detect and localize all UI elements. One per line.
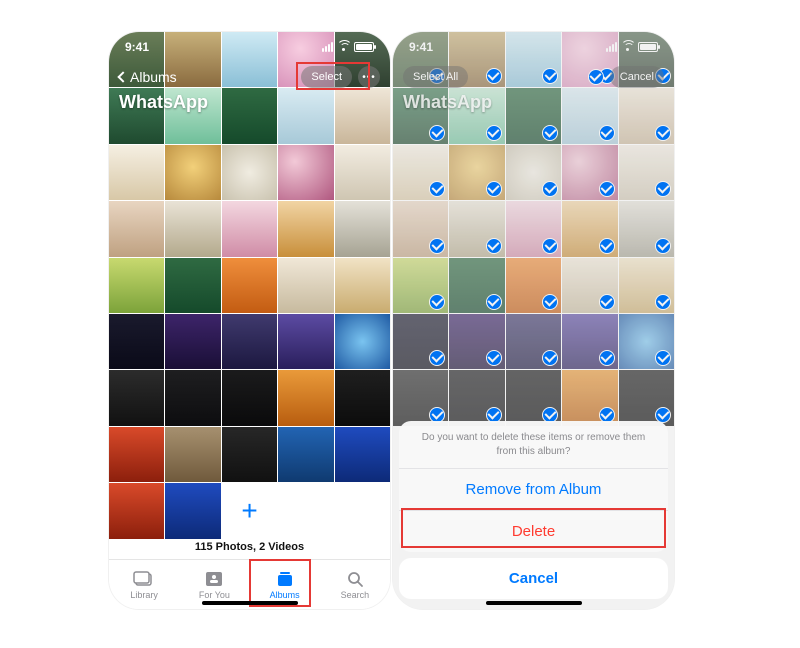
tab-label: Search <box>341 590 370 600</box>
photo-thumbnail[interactable] <box>165 145 220 200</box>
photo-thumbnail[interactable] <box>109 370 164 425</box>
photo-thumbnail[interactable] <box>335 370 390 425</box>
photo-thumbnail[interactable] <box>278 145 333 200</box>
photo-thumbnail[interactable] <box>165 201 220 256</box>
back-button[interactable]: Albums <box>119 69 177 85</box>
status-bar: 9:41 <box>109 32 390 62</box>
photo-thumbnail[interactable] <box>278 201 333 256</box>
photo-thumbnail[interactable] <box>222 314 277 369</box>
add-photo-button[interactable]: + <box>222 483 277 538</box>
home-indicator[interactable] <box>486 601 582 605</box>
photo-thumbnail[interactable] <box>109 314 164 369</box>
action-sheet: Do you want to delete these items or rem… <box>399 421 668 599</box>
select-button[interactable]: Select <box>301 66 352 88</box>
status-time: 9:41 <box>125 40 149 54</box>
photo-thumbnail[interactable] <box>278 370 333 425</box>
sheet-main-group: Do you want to delete these items or rem… <box>399 421 668 552</box>
remove-from-album-button[interactable]: Remove from Album <box>399 468 668 510</box>
photo-thumbnail[interactable] <box>222 427 277 482</box>
photo-thumbnail[interactable] <box>165 427 220 482</box>
photo-thumbnail[interactable] <box>222 88 277 143</box>
photo-thumbnail[interactable] <box>335 88 390 143</box>
photo-thumbnail[interactable] <box>222 370 277 425</box>
back-label: Albums <box>130 69 177 85</box>
albums-icon <box>274 570 296 588</box>
photo-thumbnail[interactable] <box>165 314 220 369</box>
photo-thumbnail[interactable] <box>222 258 277 313</box>
search-icon <box>344 570 366 588</box>
photo-thumbnail[interactable] <box>335 201 390 256</box>
nav-bar: Albums Select ••• <box>109 62 390 92</box>
tab-search[interactable]: Search <box>320 560 390 609</box>
phone-left: + 9:41 Albums Select ••• <box>109 32 390 609</box>
photo-thumbnail[interactable] <box>222 145 277 200</box>
cellular-icon <box>322 42 333 52</box>
home-indicator[interactable] <box>202 601 298 605</box>
battery-icon <box>354 42 374 52</box>
photo-thumbnail[interactable] <box>335 258 390 313</box>
photo-thumbnail[interactable] <box>165 483 220 538</box>
empty-cell <box>335 483 390 538</box>
sheet-message: Do you want to delete these items or rem… <box>399 421 668 468</box>
status-right <box>322 42 374 52</box>
delete-button[interactable]: Delete <box>399 510 668 552</box>
photo-thumbnail[interactable] <box>278 314 333 369</box>
tab-label: Albums <box>270 590 300 600</box>
cancel-button[interactable]: Cancel <box>399 558 668 599</box>
photo-thumbnail[interactable] <box>109 145 164 200</box>
library-icon <box>133 570 155 588</box>
photo-thumbnail[interactable] <box>109 201 164 256</box>
photo-thumbnail[interactable] <box>165 370 220 425</box>
photo-count: 115 Photos, 2 Videos <box>109 541 390 553</box>
photo-thumbnail[interactable] <box>222 201 277 256</box>
ellipsis-icon: ••• <box>362 72 376 83</box>
tab-label: For You <box>199 590 230 600</box>
photo-thumbnail[interactable] <box>278 258 333 313</box>
photo-thumbnail[interactable] <box>109 483 164 538</box>
for-you-icon <box>203 570 225 588</box>
photo-thumbnail[interactable] <box>109 427 164 482</box>
photo-thumbnail[interactable] <box>165 258 220 313</box>
photo-thumbnail[interactable] <box>335 145 390 200</box>
tab-library[interactable]: Library <box>109 560 179 609</box>
photo-thumbnail[interactable] <box>278 427 333 482</box>
more-button[interactable]: ••• <box>358 66 380 88</box>
tab-label: Library <box>130 590 158 600</box>
photo-thumbnail[interactable] <box>335 427 390 482</box>
chevron-left-icon <box>117 71 128 82</box>
empty-cell <box>278 483 333 538</box>
photo-thumbnail[interactable] <box>335 314 390 369</box>
album-title: WhatsApp <box>119 92 208 113</box>
wifi-icon <box>337 42 350 52</box>
photo-thumbnail[interactable] <box>278 88 333 143</box>
phone-right: 9:41 Select All Cancel WhatsApp Do you <box>393 32 674 609</box>
photo-thumbnail[interactable] <box>109 258 164 313</box>
